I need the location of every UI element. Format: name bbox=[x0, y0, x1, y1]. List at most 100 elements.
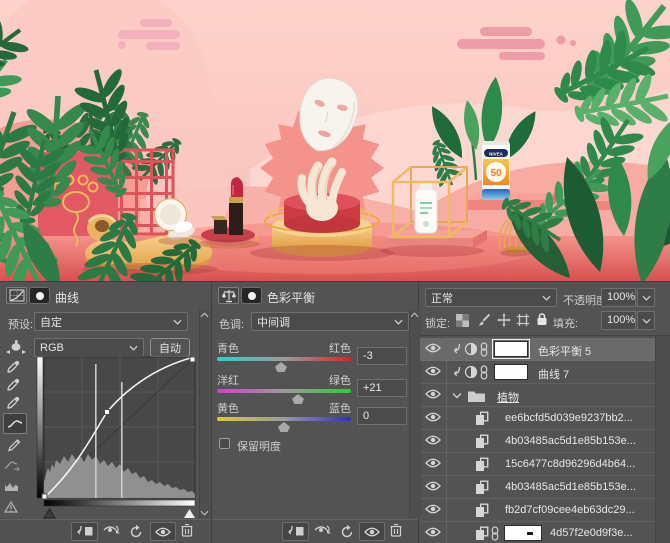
color-balance-panel-icon[interactable] bbox=[218, 287, 239, 304]
visibility-eye-icon[interactable] bbox=[425, 343, 441, 353]
lock-pixels-brush-icon[interactable] bbox=[477, 313, 491, 327]
scroll-up-icon[interactable] bbox=[200, 312, 209, 318]
tone-value: 中间调 bbox=[257, 314, 290, 330]
visibility-eye-icon[interactable] bbox=[425, 481, 441, 491]
color-balance-panel-toolbar bbox=[212, 519, 418, 543]
blend-mode-dropdown[interactable]: 正常 bbox=[425, 288, 557, 307]
view-previous-state-icon[interactable] bbox=[102, 524, 122, 536]
green-label: 绿色 bbox=[329, 372, 351, 388]
layer-mask-icon[interactable] bbox=[241, 287, 262, 304]
smooth-curve-icon[interactable] bbox=[4, 459, 21, 471]
highlight-input-slider bbox=[184, 509, 195, 518]
magenta-green-slider[interactable] bbox=[217, 389, 351, 393]
opacity-dropdown-icon[interactable] bbox=[637, 288, 655, 307]
smart-object-icon bbox=[475, 434, 489, 449]
curves-graph[interactable] bbox=[36, 356, 196, 520]
visibility-eye-icon[interactable] bbox=[425, 527, 441, 537]
layer-mask-icon[interactable] bbox=[29, 287, 50, 304]
layer-name[interactable]: 4b03485ac5d1e85b153e... bbox=[505, 481, 636, 493]
layer-row-group-plants[interactable]: 植物 bbox=[420, 384, 655, 407]
magenta-green-value[interactable]: +21 bbox=[357, 379, 407, 397]
white-point-eyedropper-icon[interactable] bbox=[6, 396, 20, 410]
lock-position-move-icon[interactable] bbox=[497, 313, 511, 327]
channel-dropdown[interactable]: RGB bbox=[34, 338, 144, 357]
layer-mask-thumbnail[interactable] bbox=[494, 341, 528, 357]
visibility-toggle-icon[interactable] bbox=[359, 522, 385, 541]
layer-row-smart-object[interactable]: 4b03485ac5d1e85b153e... bbox=[420, 430, 655, 453]
panel-title: 曲线 bbox=[55, 289, 79, 306]
visibility-eye-icon[interactable] bbox=[425, 366, 441, 376]
layer-name[interactable]: ee6bcfd5d039e9237bb2... bbox=[505, 412, 633, 424]
clip-to-layer-icon[interactable] bbox=[282, 522, 309, 541]
layer-name[interactable]: 4b03485ac5d1e85b153e... bbox=[505, 435, 636, 447]
targeted-adjustment-icon[interactable] bbox=[4, 337, 28, 357]
black-point-eyedropper-icon[interactable] bbox=[6, 360, 20, 374]
smart-object-icon bbox=[475, 526, 489, 541]
layers-scrollbar[interactable] bbox=[655, 336, 670, 543]
tone-label: 色调: bbox=[219, 316, 244, 332]
scroll-up-icon[interactable] bbox=[410, 312, 419, 318]
mask-link-chain-icon[interactable] bbox=[491, 526, 499, 541]
fill-dropdown-icon[interactable] bbox=[637, 311, 655, 330]
lock-transparency-icon[interactable] bbox=[456, 314, 469, 327]
layer-name[interactable]: 色彩平衡 5 bbox=[538, 343, 591, 359]
channel-value: RGB bbox=[40, 342, 64, 354]
layer-mask-thumbnail[interactable] bbox=[504, 525, 542, 541]
lock-all-padlock-icon[interactable] bbox=[536, 312, 548, 326]
gray-point-eyedropper-icon[interactable] bbox=[6, 378, 20, 392]
cyan-red-slider-thumb[interactable] bbox=[275, 362, 287, 372]
layer-name[interactable]: 15c6477c8d96296d4b64... bbox=[505, 458, 635, 470]
view-previous-state-icon[interactable] bbox=[313, 524, 333, 536]
visibility-eye-icon[interactable] bbox=[425, 412, 441, 422]
layer-row-smart-object[interactable]: 15c6477c8d96296d4b64... bbox=[420, 453, 655, 476]
layer-row-color-balance[interactable]: 色彩平衡 5 bbox=[420, 338, 655, 361]
clip-to-layer-icon[interactable] bbox=[71, 522, 98, 541]
folder-icon bbox=[467, 389, 486, 403]
tone-dropdown[interactable]: 中间调 bbox=[251, 312, 409, 331]
layer-row-smart-object[interactable]: fb2d7cf09cee4eb63dc29... bbox=[420, 499, 655, 522]
layer-mask-thumbnail[interactable] bbox=[494, 364, 528, 380]
visibility-toggle-icon[interactable] bbox=[150, 522, 176, 541]
panel-scrollbar[interactable] bbox=[199, 310, 211, 518]
visibility-eye-icon[interactable] bbox=[425, 435, 441, 445]
reset-icon[interactable] bbox=[129, 524, 143, 538]
panel-title: 色彩平衡 bbox=[267, 289, 315, 306]
preset-dropdown[interactable]: 自定 bbox=[34, 312, 188, 331]
layer-row-curves[interactable]: 曲线 7 bbox=[420, 361, 655, 384]
magenta-green-slider-thumb[interactable] bbox=[292, 394, 304, 404]
pencil-tool-icon[interactable] bbox=[7, 438, 21, 452]
visibility-eye-icon[interactable] bbox=[425, 389, 441, 399]
layer-row-smart-object[interactable]: 4b03485ac5d1e85b153e... bbox=[420, 476, 655, 499]
group-expand-chevron-icon[interactable] bbox=[452, 392, 462, 399]
document-canvas[interactable]: NIVEA 50 bbox=[0, 0, 670, 281]
layer-row-smart-object[interactable]: ee6bcfd5d039e9237bb2... bbox=[420, 407, 655, 430]
yellow-blue-slider-thumb[interactable] bbox=[278, 422, 290, 432]
smart-object-icon bbox=[475, 480, 489, 495]
delete-trash-icon[interactable] bbox=[390, 523, 402, 537]
visibility-eye-icon[interactable] bbox=[425, 504, 441, 514]
cyan-red-slider[interactable] bbox=[217, 357, 351, 361]
layer-name[interactable]: 曲线 7 bbox=[538, 366, 569, 382]
preserve-luminosity-checkbox[interactable] bbox=[219, 438, 230, 449]
delete-trash-icon[interactable] bbox=[181, 523, 193, 537]
mask-link-chain-icon[interactable] bbox=[480, 342, 488, 357]
mask-link-chain-icon[interactable] bbox=[480, 365, 488, 380]
lock-artboard-icon[interactable] bbox=[516, 313, 530, 327]
visibility-eye-icon[interactable] bbox=[425, 458, 441, 468]
red-label: 红色 bbox=[329, 340, 351, 356]
curve-edit-tool-icon[interactable] bbox=[3, 413, 27, 434]
layer-name[interactable]: 植物 bbox=[497, 389, 519, 405]
curves-panel-icon[interactable] bbox=[6, 287, 27, 304]
layer-name[interactable]: 4d57f2e0d9f3e... bbox=[550, 527, 633, 539]
layer-name[interactable]: fb2d7cf09cee4eb63dc29... bbox=[505, 504, 635, 516]
cyan-red-value[interactable]: -3 bbox=[357, 347, 407, 365]
yellow-blue-slider[interactable] bbox=[217, 417, 351, 421]
auto-button[interactable]: 自动 bbox=[150, 338, 190, 357]
fill-value[interactable]: 100% bbox=[601, 311, 636, 330]
reset-icon[interactable] bbox=[340, 524, 354, 538]
opacity-value[interactable]: 100% bbox=[601, 288, 636, 307]
layer-row-smart-object-masked[interactable]: 4d57f2e0d9f3e... bbox=[420, 522, 655, 543]
yellow-blue-value[interactable]: 0 bbox=[357, 407, 407, 425]
shadow-input-slider bbox=[44, 509, 55, 518]
scroll-down-icon[interactable] bbox=[200, 510, 209, 516]
